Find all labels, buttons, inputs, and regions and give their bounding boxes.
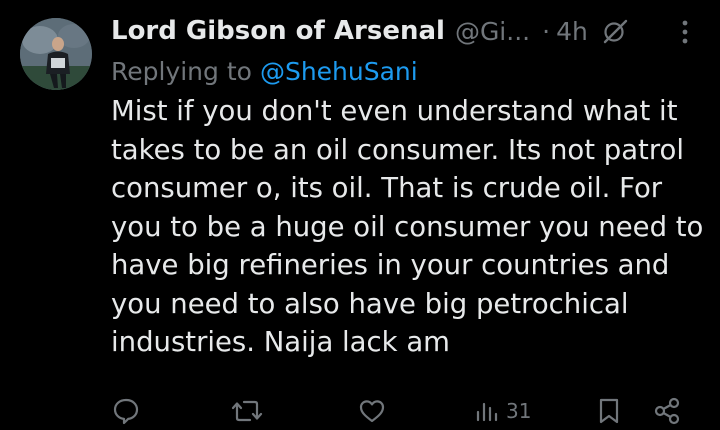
avatar[interactable] xyxy=(20,18,92,90)
share-icon xyxy=(654,397,680,425)
reply-button[interactable] xyxy=(111,396,141,426)
views-chart-icon xyxy=(476,402,498,422)
tweet-actions-bar: 31 xyxy=(0,392,720,430)
replying-to-label: Replying to xyxy=(111,56,252,86)
separator-dot: · xyxy=(542,16,551,46)
bookmark-button[interactable] xyxy=(596,396,622,426)
reply-icon xyxy=(113,398,139,425)
replying-to: Replying to @ShehuSani xyxy=(111,52,418,90)
grok-icon[interactable] xyxy=(602,18,628,44)
bookmark-icon xyxy=(599,398,619,424)
more-vertical-icon[interactable] xyxy=(675,18,695,46)
like-button[interactable] xyxy=(357,396,387,426)
heart-icon xyxy=(359,400,385,423)
repost-button[interactable] xyxy=(230,396,264,426)
tweet-text-line: takes to be an oil consumer. Its not pat… xyxy=(111,133,685,166)
views-button[interactable]: 31 xyxy=(474,396,531,426)
share-button[interactable] xyxy=(652,396,682,426)
repost-icon xyxy=(231,400,263,422)
tweet-text-line: you to be a huge oil consumer you need t… xyxy=(111,210,704,243)
author-display-name[interactable]: Lord Gibson of Arsenal xyxy=(111,16,445,46)
replying-to-handle-link[interactable]: @ShehuSani xyxy=(260,57,418,86)
views-count: 31 xyxy=(506,399,532,423)
tweet-text-line: consumer o, its oil. That is crude oil. … xyxy=(111,172,663,204)
tweet-timestamp[interactable]: 4h xyxy=(556,17,588,46)
avatar-image xyxy=(20,18,92,90)
tweet-text-line: Mist if you don't even understand what i… xyxy=(111,95,678,127)
tweet-text: Mist if you don't even understand what i… xyxy=(111,92,706,362)
tweet-header: Lord Gibson of Arsenal @Gi... · 4h xyxy=(111,10,711,52)
tweet-text-line: have big refineries in your countries an… xyxy=(111,249,670,281)
tweet[interactable]: Lord Gibson of Arsenal @Gi... · 4h Reply… xyxy=(0,0,720,430)
author-handle[interactable]: @Gi... xyxy=(455,17,530,46)
tweet-text-line: you need to also have big petrochical xyxy=(111,287,629,320)
tweet-text-line: industries. Naija lack am xyxy=(111,326,450,358)
